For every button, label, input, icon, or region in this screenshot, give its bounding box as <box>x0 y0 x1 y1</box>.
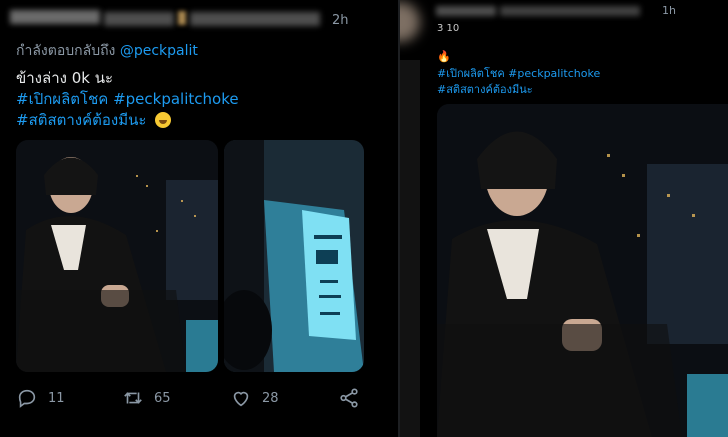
tweet-line-1: ข้างล่าง 0k นะ <box>16 69 114 87</box>
reply-prefix: กำลังตอบกลับถึง <box>16 43 116 59</box>
tweet-actions: 11 65 28 <box>16 387 376 411</box>
hashtag-line-1[interactable]: #เปิกผลิตโชค #peckpalitchoke <box>437 66 600 82</box>
blurred-display-name <box>10 10 100 24</box>
right-tweet-screenshot: 1h 3 10 🔥 #เปิกผลิตโชค #peckpalitchoke #… <box>400 0 728 437</box>
photo-person-night-city <box>16 140 218 372</box>
grin-emoji <box>155 112 172 128</box>
hashtag-link[interactable]: #peckpalitchoke <box>113 90 239 108</box>
retweet-button[interactable]: 65 <box>122 387 171 409</box>
hashtag-link[interactable]: #สติสตางค์ต้องมีนะ <box>16 111 146 129</box>
hashtag-line-2[interactable]: #สติสตางค์ต้องมีนะ <box>437 82 600 98</box>
blurred-handle <box>500 6 640 16</box>
tweet-photo-large[interactable] <box>437 104 728 437</box>
tweet-time[interactable]: 1h <box>662 4 676 17</box>
blurred-badge <box>178 11 186 25</box>
tweet-hashtags: #เปิกผลิตโชค #peckpalitchoke #สติสตางค์ต… <box>437 66 600 98</box>
tweet-body: ข้างล่าง 0k นะ #เปิกผลิตโชค #peckpalitch… <box>16 68 239 131</box>
share-icon <box>340 388 358 408</box>
reply-context: กำลังตอบกลับถึง @peckpalit <box>16 40 198 62</box>
blurred-avatar <box>400 2 420 42</box>
blurred-display-name <box>436 6 496 16</box>
share-button[interactable] <box>338 387 360 409</box>
like-count: 28 <box>262 390 279 406</box>
tweet-photo-2[interactable] <box>224 140 364 372</box>
like-button[interactable]: 28 <box>230 387 279 409</box>
photo-person-night-city <box>437 104 728 437</box>
tweet-photo-1[interactable] <box>16 140 218 372</box>
cropped-margin <box>400 60 420 437</box>
left-tweet-screenshot: 2h กำลังตอบกลับถึง @peckpalit ข้างล่าง 0… <box>0 0 398 437</box>
blurred-handle <box>104 12 174 26</box>
hashtag-link[interactable]: #เปิกผลิตโชค <box>16 90 108 108</box>
reply-mention-link[interactable]: @peckpalit <box>120 43 198 59</box>
like-icon <box>233 391 249 407</box>
photo-closeup-sign <box>224 140 364 372</box>
reply-icon <box>18 389 36 408</box>
tweet-subtext: 3 10 <box>437 23 460 34</box>
reply-count: 11 <box>48 390 65 406</box>
fire-icon: 🔥 <box>437 50 451 63</box>
blurred-handle-2 <box>190 12 320 26</box>
reply-button[interactable]: 11 <box>16 387 65 409</box>
tweet-time[interactable]: 2h <box>332 13 349 28</box>
retweet-icon <box>124 392 142 404</box>
retweet-count: 65 <box>154 390 171 406</box>
